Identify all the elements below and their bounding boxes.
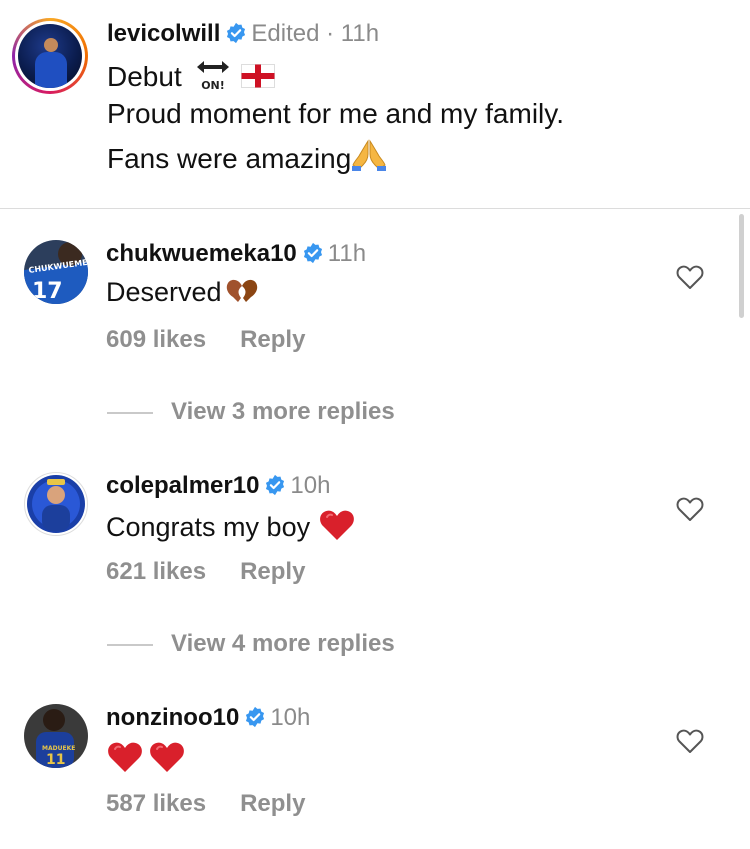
comment-text: Congrats my boy xyxy=(106,508,356,543)
post-caption: levicolwill Edited · 11h Debut ON! Proud … xyxy=(0,0,750,208)
reply-button[interactable]: Reply xyxy=(240,326,305,354)
caption-divider xyxy=(0,208,750,209)
svg-text:17: 17 xyxy=(32,279,63,304)
praying-hands-icon xyxy=(352,139,387,171)
verified-badge-icon xyxy=(303,242,322,264)
svg-text:MADUEKE: MADUEKE xyxy=(42,745,75,752)
comment-username[interactable]: colepalmer10 xyxy=(106,472,259,499)
heart-hands-icon xyxy=(226,279,257,302)
comment-header: chukwuemeka10 11h xyxy=(106,240,366,268)
view-more-replies[interactable]: View 3 more replies xyxy=(107,398,395,426)
red-heart-icon xyxy=(320,510,354,540)
verified-badge-icon xyxy=(246,706,265,728)
edited-label: Edited xyxy=(251,20,320,47)
comment-actions: 609 likes Reply xyxy=(106,326,305,354)
comment-header: nonzinoo10 10h xyxy=(106,704,310,732)
view-more-line xyxy=(107,411,153,414)
like-heart-icon[interactable] xyxy=(676,728,704,754)
avatar-photo xyxy=(18,24,82,88)
comment-text: Deserved xyxy=(106,276,260,308)
caption-line-3: Fans were amazing xyxy=(107,138,387,175)
svg-text:11: 11 xyxy=(46,752,65,768)
scrollbar[interactable] xyxy=(739,214,744,318)
on-arrow-icon: ON! xyxy=(196,61,229,92)
likes-count[interactable]: 587 likes xyxy=(106,790,206,818)
verified-badge-icon xyxy=(227,22,246,44)
comment-time: 10h xyxy=(270,704,311,731)
red-heart-icon xyxy=(150,742,184,772)
like-heart-icon[interactable] xyxy=(676,264,704,290)
caption-time: 11h xyxy=(340,20,380,47)
likes-count[interactable]: 609 likes xyxy=(106,326,206,354)
like-heart-icon[interactable] xyxy=(676,496,704,522)
comment-username[interactable]: nonzinoo10 xyxy=(106,704,239,731)
caption-line-1: Debut ON! xyxy=(107,58,276,93)
avatar[interactable]: MADUEKE 11 xyxy=(24,704,88,768)
avatar[interactable] xyxy=(24,472,88,536)
comment-header: colepalmer10 10h xyxy=(106,472,330,500)
caption-username[interactable]: levicolwill xyxy=(107,20,220,47)
comment-actions: 587 likes Reply xyxy=(106,790,305,818)
view-more-replies[interactable]: View 4 more replies xyxy=(107,630,395,658)
avatar-photo: MADUEKE 11 xyxy=(24,704,88,768)
comment-username[interactable]: chukwuemeka10 xyxy=(106,240,297,267)
red-heart-icon xyxy=(108,742,142,772)
avatar[interactable]: CHUKWUEMEKA 17 xyxy=(24,240,88,304)
view-more-line xyxy=(107,643,153,646)
comment-time: 10h xyxy=(290,472,331,499)
caption-header: levicolwill Edited · 11h xyxy=(107,20,380,47)
comment-text xyxy=(106,740,186,775)
avatar-photo: CHUKWUEMEKA 17 xyxy=(24,240,88,304)
england-flag-icon xyxy=(241,64,276,88)
verified-badge-icon xyxy=(266,474,285,496)
story-ring-avatar[interactable] xyxy=(12,18,88,94)
svg-text:ON!: ON! xyxy=(201,79,225,92)
comment-actions: 621 likes Reply xyxy=(106,558,305,586)
likes-count[interactable]: 621 likes xyxy=(106,558,206,586)
avatar-photo xyxy=(27,475,85,533)
comment-time: 11h xyxy=(327,240,367,267)
reply-button[interactable]: Reply xyxy=(240,558,305,586)
reply-button[interactable]: Reply xyxy=(240,790,305,818)
caption-line-2: Proud moment for me and my family. xyxy=(107,98,564,129)
